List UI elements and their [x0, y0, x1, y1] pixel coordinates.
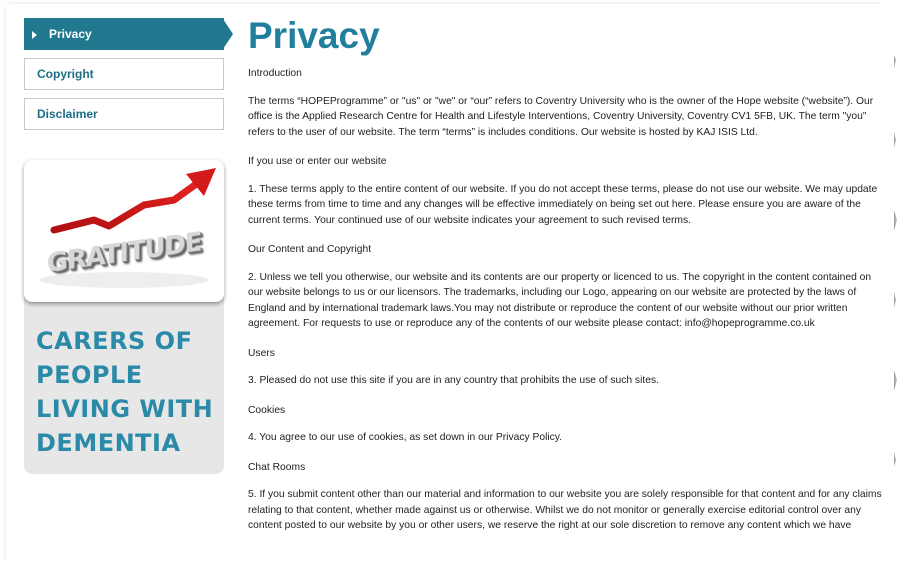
- sidebar-item-label: Disclaimer: [37, 107, 98, 121]
- sidebar-nav: Privacy Copyright Disclaimer: [24, 18, 233, 138]
- section-paragraph: 3. Pleased do not use this site if you a…: [248, 375, 659, 386]
- section-heading: Chat Rooms: [248, 461, 306, 473]
- section-paragraph: 2. Unless we tell you otherwise, our web…: [248, 271, 872, 330]
- main-content: Privacy Introduction The terms “HOPEProg…: [248, 14, 888, 546]
- section-heading: Our Content and Copyright: [248, 244, 372, 255]
- gratitude-image: GRATITUDE: [24, 160, 224, 302]
- section-heading: Cookies: [248, 404, 286, 416]
- section-paragraph: 1. These terms apply to the entire conte…: [248, 183, 878, 226]
- section-heading: Introduction: [248, 68, 302, 79]
- page-canvas: Privacy Copyright Disclaimer GRATITUDE C…: [6, 4, 894, 568]
- promo-panel[interactable]: GRATITUDE CARERS OF PEOPLE LIVING WITH D…: [24, 160, 224, 474]
- sidebar-item-copyright[interactable]: Copyright: [24, 58, 224, 90]
- section-paragraph: The terms “HOPEProgramme” or "us" or "we…: [248, 95, 874, 138]
- promo-caption: CARERS OF PEOPLE LIVING WITH DEMENTIA: [36, 327, 214, 457]
- section-heading: If you use or enter our website: [248, 156, 387, 167]
- privacy-text: Introduction The terms “HOPEProgramme” o…: [248, 66, 888, 534]
- page-title: Privacy: [248, 15, 380, 56]
- sidebar-item-label: Privacy: [49, 27, 92, 41]
- section-paragraph: 5. If you submit content other than our …: [248, 489, 882, 531]
- section-paragraph: 4. You agree to our use of cookies, as s…: [248, 432, 563, 443]
- sidebar-item-disclaimer[interactable]: Disclaimer: [24, 98, 224, 130]
- section-heading: Users: [248, 347, 275, 359]
- sidebar-item-privacy[interactable]: Privacy: [24, 18, 233, 50]
- sidebar-item-label: Copyright: [37, 67, 94, 81]
